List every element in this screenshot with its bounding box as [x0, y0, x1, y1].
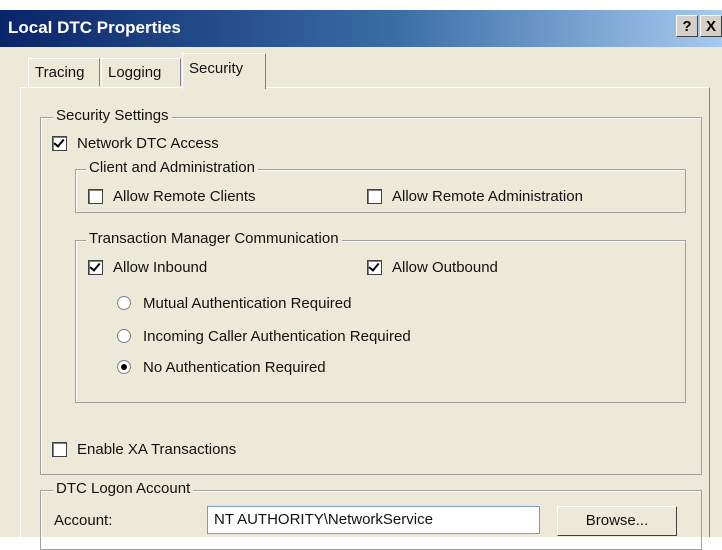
no-auth-label: No Authentication Required: [143, 358, 326, 376]
account-label: Account:: [54, 512, 113, 529]
allow-outbound-label: Allow Outbound: [392, 258, 498, 276]
title-bar[interactable]: Local DTC Properties ? X: [0, 10, 722, 47]
client-admin-label: Client and Administration: [86, 159, 258, 176]
radio-unselected-icon: [117, 329, 131, 343]
checkbox-unchecked-icon: [367, 188, 382, 204]
allow-remote-clients-label: Allow Remote Clients: [113, 187, 256, 205]
browse-button[interactable]: Browse...: [557, 506, 677, 536]
tab-logging[interactable]: Logging: [101, 58, 181, 86]
radio-unselected-icon: [117, 296, 131, 310]
account-field[interactable]: NT AUTHORITY\NetworkService: [207, 506, 540, 534]
network-dtc-access-checkbox[interactable]: Network DTC Access: [52, 133, 219, 153]
checkbox-checked-icon: [88, 259, 103, 275]
allow-outbound-checkbox[interactable]: Allow Outbound: [367, 257, 498, 277]
close-button[interactable]: X: [700, 15, 722, 37]
checkbox-checked-icon: [52, 135, 67, 151]
allow-remote-clients-checkbox[interactable]: Allow Remote Clients: [88, 186, 256, 206]
checkbox-unchecked-icon: [52, 441, 67, 457]
incoming-caller-auth-label: Incoming Caller Authentication Required: [143, 327, 411, 345]
allow-remote-admin-label: Allow Remote Administration: [392, 187, 583, 205]
tab-tracing[interactable]: Tracing: [28, 58, 100, 86]
allow-inbound-checkbox[interactable]: Allow Inbound: [88, 257, 207, 277]
tab-tracing-label: Tracing: [35, 64, 85, 81]
dtc-properties-window: Local DTC Properties ? X Tracing Logging…: [0, 0, 722, 550]
tab-security[interactable]: Security: [182, 53, 266, 89]
security-settings-label: Security Settings: [53, 107, 172, 124]
help-button[interactable]: ?: [676, 15, 698, 37]
window-title: Local DTC Properties: [8, 18, 181, 37]
checkbox-unchecked-icon: [88, 188, 103, 204]
allow-inbound-label: Allow Inbound: [113, 258, 208, 276]
radio-selected-icon: [117, 360, 131, 374]
dtc-logon-account-label: DTC Logon Account: [53, 480, 194, 497]
enable-xa-checkbox[interactable]: Enable XA Transactions: [52, 439, 236, 459]
mutual-auth-radio[interactable]: Mutual Authentication Required: [117, 293, 351, 313]
enable-xa-label: Enable XA Transactions: [77, 440, 237, 458]
mutual-auth-label: Mutual Authentication Required: [143, 294, 352, 312]
network-dtc-access-label: Network DTC Access: [77, 134, 219, 152]
checkbox-checked-icon: [367, 259, 382, 275]
incoming-caller-auth-radio[interactable]: Incoming Caller Authentication Required: [117, 326, 411, 346]
allow-remote-admin-checkbox[interactable]: Allow Remote Administration: [367, 186, 583, 206]
tab-security-label: Security: [189, 60, 244, 77]
tm-communication-label: Transaction Manager Communication: [86, 230, 342, 247]
no-auth-radio[interactable]: No Authentication Required: [117, 357, 326, 377]
tab-logging-label: Logging: [108, 64, 162, 81]
